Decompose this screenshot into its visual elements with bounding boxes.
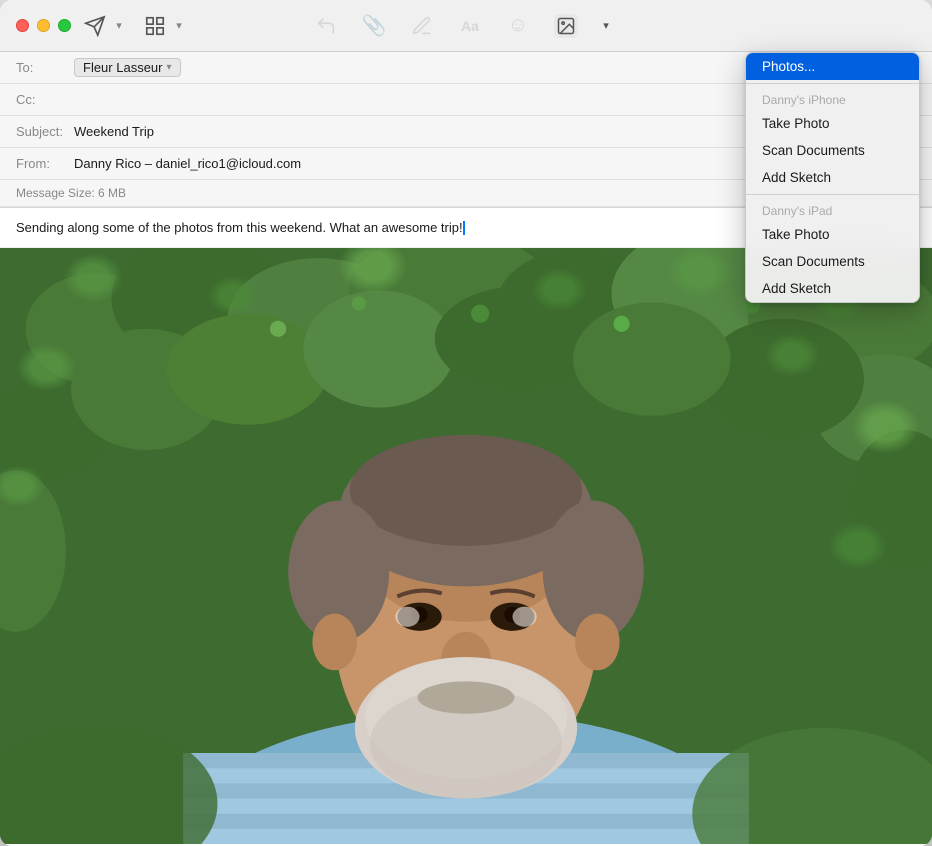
menu-item-iphone-take-photo[interactable]: Take Photo [746,110,919,137]
compose-note-icon[interactable] [410,14,434,38]
ipad-section-header: Danny's iPad [746,198,919,221]
menu-item-photos[interactable]: Photos... [746,53,919,80]
subject-label: Subject: [16,124,74,139]
close-button[interactable] [16,19,29,32]
font-icon[interactable]: Aa [458,14,482,38]
iphone-section-header: Danny's iPhone [746,87,919,110]
minimize-button[interactable] [37,19,50,32]
menu-divider-2 [746,194,919,195]
send-icon[interactable] [83,14,107,38]
menu-item-ipad-add-sketch[interactable]: Add Sketch [746,275,919,302]
menu-item-ipad-take-photo[interactable]: Take Photo [746,221,919,248]
email-body[interactable]: Sending along some of the photos from th… [0,208,932,846]
mail-compose-window: ▾ ▾ 📎 [0,0,932,846]
reply-icon[interactable] [314,14,338,38]
body-text: Sending along some of the photos from th… [16,220,463,235]
attachment-icon[interactable]: 📎 [362,14,386,38]
titlebar: ▾ ▾ 📎 [0,0,932,52]
traffic-lights [16,19,71,32]
from-value: Danny Rico – daniel_rico1@icloud.com [74,156,301,171]
photo-attachment [0,248,932,844]
toolbar-left: ▾ ▾ [83,14,191,38]
photo-svg [0,248,932,844]
view-icon[interactable] [143,14,167,38]
insert-dropdown-icon[interactable]: ▾ [594,14,618,38]
send-dropdown-icon[interactable]: ▾ [107,14,131,38]
menu-item-iphone-add-sketch[interactable]: Add Sketch [746,164,919,191]
insert-dropdown-menu: Photos... Danny's iPhone Take Photo Scan… [745,52,920,303]
to-label: To: [16,60,74,75]
subject-value[interactable]: Weekend Trip [74,124,154,139]
cc-label: Cc: [16,92,74,107]
emoji-icon[interactable]: ☺ [506,14,530,38]
menu-item-iphone-scan-documents[interactable]: Scan Documents [746,137,919,164]
menu-item-ipad-scan-documents[interactable]: Scan Documents [746,248,919,275]
insert-photo-icon[interactable] [554,14,578,38]
view-dropdown-icon[interactable]: ▾ [167,14,191,38]
from-label: From: [16,156,74,171]
to-recipient[interactable]: Fleur Lasseur [74,58,181,77]
maximize-button[interactable] [58,19,71,32]
toolbar-center: 📎 Aa ☺ ▾ [314,14,618,38]
message-size-label: Message Size: 6 MB [16,186,126,200]
text-cursor [463,221,465,235]
menu-divider-1 [746,83,919,84]
photo-image [0,248,932,844]
